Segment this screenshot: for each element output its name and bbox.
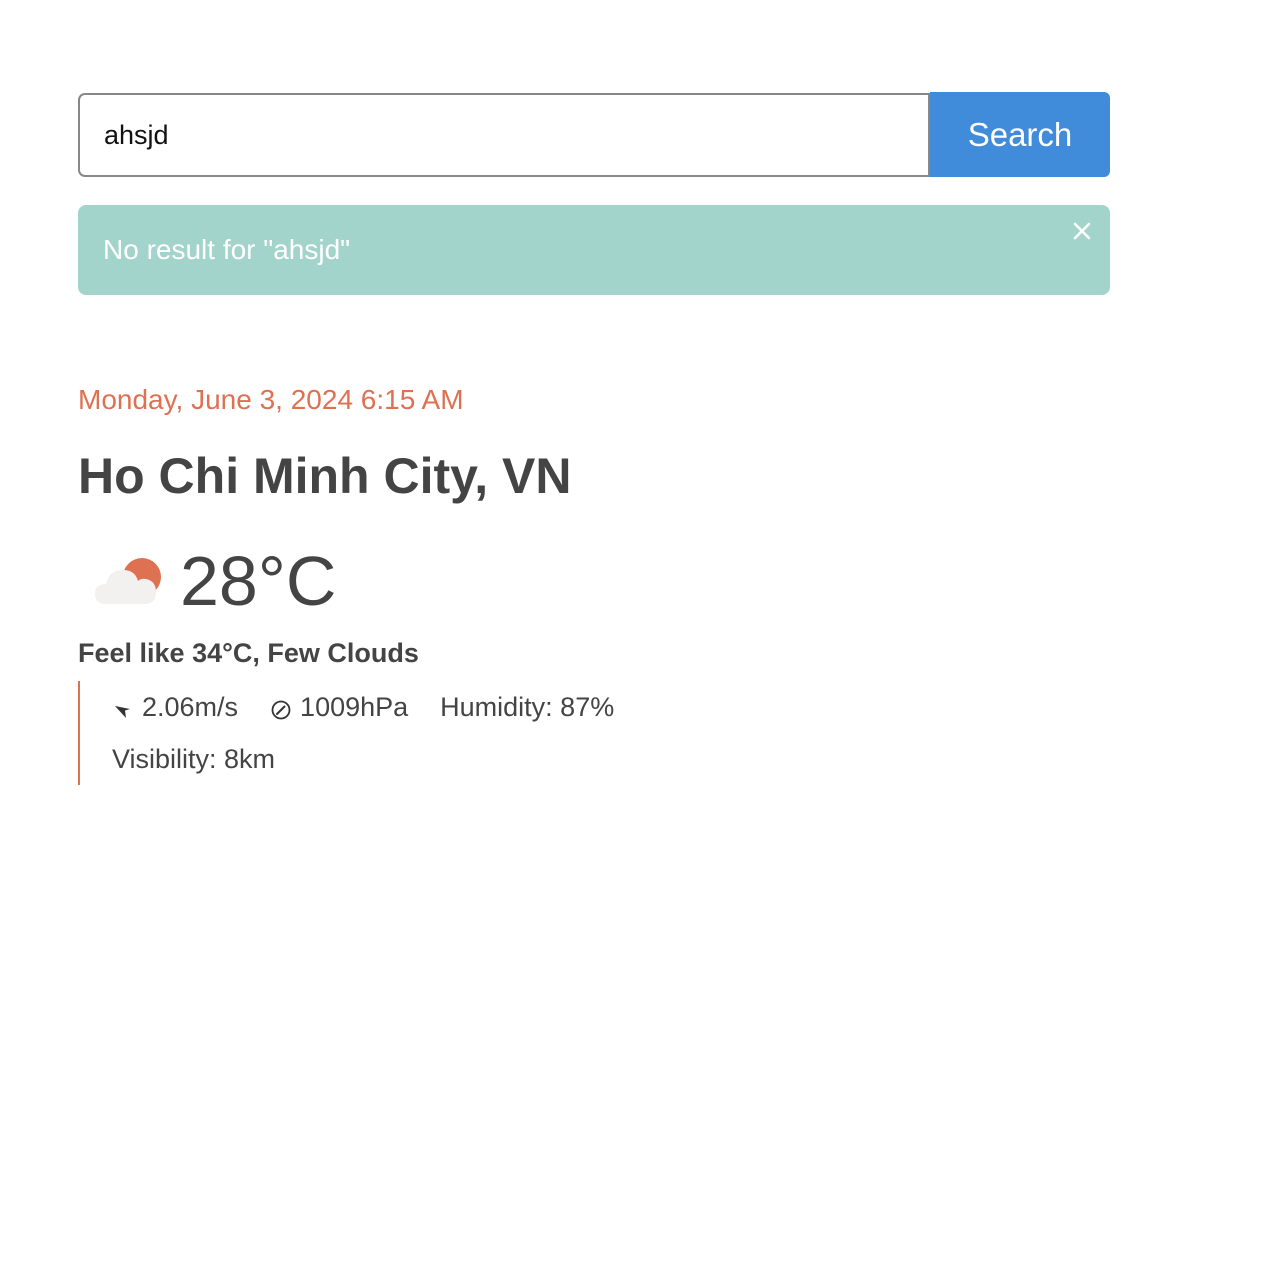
- temperature-value: 28°C: [180, 542, 337, 620]
- humidity-info: Humidity: 87%: [440, 692, 615, 722]
- partly-cloudy-day-icon: [88, 540, 170, 622]
- visibility-info: Visibility: 8km: [112, 744, 276, 774]
- wind-info: 2.06m/s: [112, 690, 238, 724]
- feels-like-summary: Feel like 34°C, Few Clouds: [78, 638, 419, 668]
- search-bar: Search: [78, 92, 1110, 177]
- wind-speed: 2.06m/s: [142, 692, 239, 722]
- search-button[interactable]: Search: [930, 92, 1110, 177]
- alert-message: No result for "ahsjd": [103, 234, 351, 265]
- temperature-row: 28°C: [88, 538, 336, 624]
- close-icon[interactable]: [1068, 217, 1096, 245]
- weather-details: 2.06m/s 1009hPa Humidity: 87% Visibility…: [78, 681, 698, 785]
- pressure-gauge-icon: [270, 696, 292, 720]
- pressure-info: 1009hPa: [270, 690, 408, 724]
- details-row: 2.06m/s 1009hPa Humidity: 87%: [112, 690, 646, 724]
- current-datetime: Monday, June 3, 2024 6:15 AM: [78, 384, 464, 415]
- location-title: Ho Chi Minh City, VN: [78, 448, 572, 504]
- wind-direction-icon: [112, 696, 134, 718]
- no-result-alert: No result for "ahsjd": [78, 205, 1110, 295]
- search-input[interactable]: [78, 93, 930, 177]
- pressure-value: 1009hPa: [300, 692, 409, 722]
